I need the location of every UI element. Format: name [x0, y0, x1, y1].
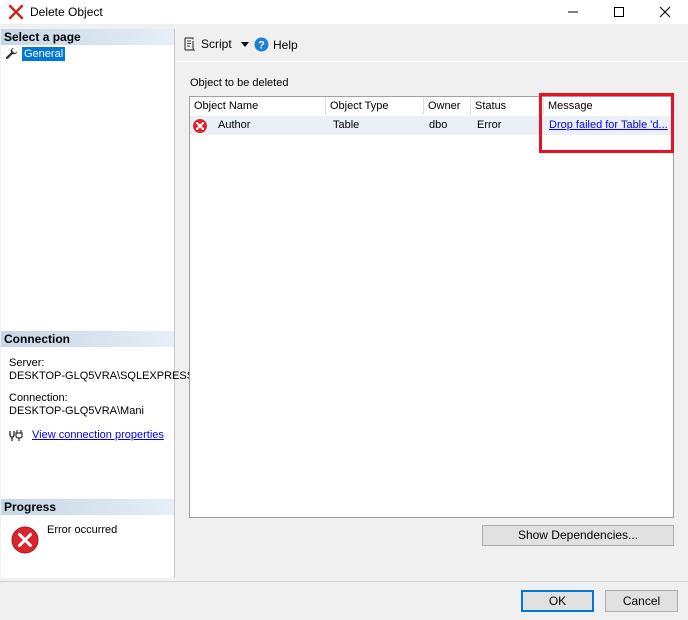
help-label: Help	[273, 37, 298, 52]
minimize-icon	[568, 11, 578, 13]
row-error-icon	[193, 119, 207, 133]
page-item-label: General	[22, 46, 66, 61]
close-icon	[659, 6, 671, 18]
close-button[interactable]	[642, 0, 688, 24]
server-label: Server:	[9, 357, 45, 369]
objects-grid[interactable]: Object Name Object Type Owner Status Mes…	[189, 96, 674, 518]
delete-x-icon	[8, 4, 24, 20]
connection-value: DESKTOP-GLQ5VRA\Mani	[9, 405, 144, 417]
title-bar: Delete Object	[0, 0, 688, 24]
cell-status: Error	[477, 119, 502, 131]
window-title: Delete Object	[30, 5, 103, 19]
column-header-object-type[interactable]: Object Type	[326, 97, 424, 115]
maximize-button[interactable]	[596, 0, 642, 24]
script-button[interactable]: Script	[182, 37, 249, 51]
column-header-status[interactable]: Status	[471, 97, 544, 115]
view-connection-properties-link[interactable]: View connection properties	[32, 429, 164, 441]
ok-button[interactable]: OK	[521, 590, 594, 612]
cell-object-name: Author	[218, 119, 251, 131]
cancel-button[interactable]: Cancel	[605, 590, 678, 612]
wrench-icon	[5, 47, 18, 60]
chevron-down-icon[interactable]	[240, 41, 249, 47]
toolbar: Script ? Help	[176, 29, 688, 59]
server-value: DESKTOP-GLQ5VRA\SQLEXPRESS	[9, 370, 195, 382]
column-header-owner[interactable]: Owner	[424, 97, 471, 115]
show-dependencies-button[interactable]: Show Dependencies...	[482, 525, 674, 546]
message-highlight-box	[539, 93, 674, 153]
progress-status: Error occurred	[47, 524, 118, 536]
error-status-icon	[11, 526, 39, 554]
cell-object-type: Table	[333, 119, 360, 131]
left-pane: Select a page General Connection Server:…	[1, 29, 194, 578]
progress-header: Progress	[1, 499, 174, 515]
connection-plug-icon	[9, 430, 23, 441]
help-button[interactable]: ? Help	[254, 37, 298, 52]
select-page-header: Select a page	[1, 29, 174, 45]
script-label: Script	[201, 37, 232, 51]
minimize-button[interactable]	[550, 0, 596, 24]
svg-text:?: ?	[258, 40, 265, 52]
script-icon	[184, 37, 196, 51]
connection-label: Connection:	[9, 392, 68, 404]
group-label: Object to be deleted	[190, 77, 289, 89]
cell-owner: dbo	[429, 119, 448, 131]
page-item-general[interactable]: General	[5, 46, 66, 61]
maximize-icon	[614, 7, 624, 17]
column-header-object-name[interactable]: Object Name	[190, 97, 326, 115]
footer-separator	[0, 581, 688, 582]
help-icon: ?	[254, 37, 269, 52]
connection-header: Connection	[1, 331, 174, 347]
